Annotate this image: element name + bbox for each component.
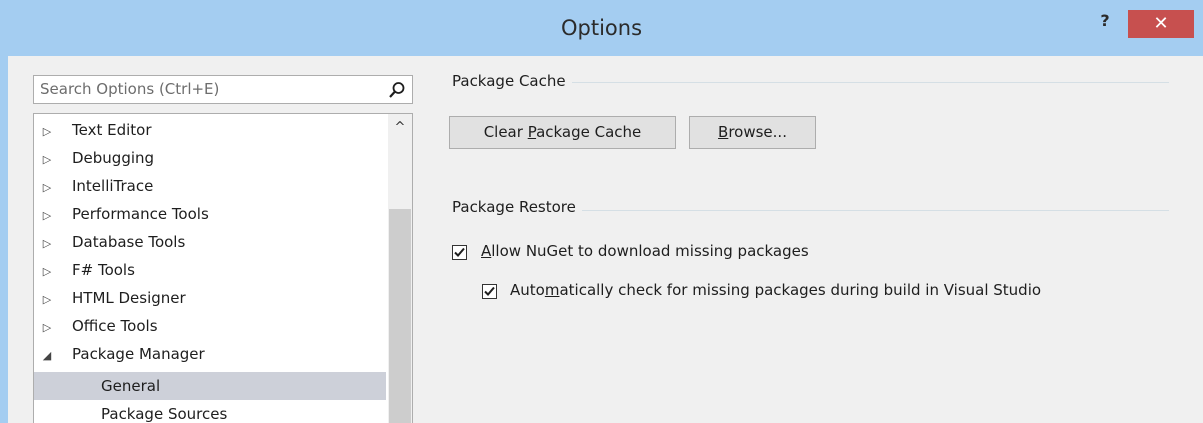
options-tree[interactable]: ▷ Text Editor ▷ Debugging ▷ IntelliTrace ▷ P… bbox=[33, 113, 413, 423]
tree-item-general[interactable]: General bbox=[34, 372, 386, 400]
expand-icon[interactable]: ▷ bbox=[34, 174, 60, 202]
allow-nuget-download-label[interactable]: Allow NuGet to download missing packages bbox=[481, 242, 809, 260]
expand-icon[interactable]: ▷ bbox=[34, 230, 60, 258]
tree-item-database-tools[interactable]: ▷ Database Tools bbox=[34, 228, 186, 258]
tree-scrollbar[interactable]: ^ bbox=[388, 114, 412, 423]
label-text: atically check for missing packages duri… bbox=[559, 281, 1042, 299]
tree-item-label: F# Tools bbox=[72, 261, 135, 279]
search-input[interactable]: Search Options (Ctrl+E) bbox=[33, 75, 413, 104]
tree-item-text-editor[interactable]: ▷ Text Editor bbox=[34, 116, 152, 146]
window-frame bbox=[0, 56, 8, 423]
package-cache-heading: Package Cache bbox=[452, 72, 572, 90]
options-dialog: Options ? ✕ Search Options (Ctrl+E) ▷ Tex… bbox=[0, 0, 1203, 423]
tree-item-package-sources[interactable]: Package Sources bbox=[34, 400, 386, 423]
scroll-up-icon[interactable]: ^ bbox=[388, 116, 412, 140]
tree-item-fsharp-tools[interactable]: ▷ F# Tools bbox=[34, 256, 135, 286]
check-icon bbox=[454, 247, 465, 257]
tree-item-label: Database Tools bbox=[72, 233, 186, 251]
tree-item-label: Performance Tools bbox=[72, 205, 209, 223]
package-restore-heading: Package Restore bbox=[452, 198, 582, 216]
label-mnemonic: m bbox=[544, 281, 560, 299]
tree-item-label: Package Sources bbox=[101, 405, 228, 423]
tree-item-html-designer[interactable]: ▷ HTML Designer bbox=[34, 284, 186, 314]
clear-package-cache-button[interactable]: Clear Package Cache bbox=[449, 116, 676, 149]
expand-icon[interactable]: ▷ bbox=[34, 118, 60, 146]
help-button[interactable]: ? bbox=[1091, 8, 1119, 34]
tree-item-package-manager[interactable]: ◢ Package Manager bbox=[34, 340, 205, 370]
expand-icon[interactable]: ▷ bbox=[34, 146, 60, 174]
button-label: Clear bbox=[483, 123, 528, 141]
close-button[interactable]: ✕ bbox=[1128, 10, 1194, 38]
tree-item-label: IntelliTrace bbox=[72, 177, 154, 195]
scrollbar-thumb[interactable] bbox=[389, 209, 411, 423]
close-icon: ✕ bbox=[1153, 13, 1169, 34]
tree-item-label: Office Tools bbox=[72, 317, 158, 335]
browse-button[interactable]: Browse... bbox=[689, 116, 816, 149]
check-icon bbox=[484, 286, 495, 296]
tree-item-performance-tools[interactable]: ▷ Performance Tools bbox=[34, 200, 209, 230]
allow-nuget-download-checkbox[interactable] bbox=[452, 245, 467, 260]
tree-item-debugging[interactable]: ▷ Debugging bbox=[34, 144, 154, 174]
tree-item-label: Package Manager bbox=[72, 345, 205, 363]
auto-check-missing-packages-label[interactable]: Automatically check for missing packages… bbox=[510, 281, 1041, 299]
button-label: ackage Cache bbox=[536, 123, 642, 141]
expand-icon[interactable]: ▷ bbox=[34, 286, 60, 314]
button-mnemonic: B bbox=[718, 123, 729, 141]
expand-icon[interactable]: ▷ bbox=[34, 314, 60, 342]
auto-check-missing-packages-checkbox[interactable] bbox=[482, 284, 497, 299]
tree-item-label: Debugging bbox=[72, 149, 155, 167]
dialog-title: Options bbox=[560, 16, 643, 40]
tree-item-label: General bbox=[101, 377, 161, 395]
title-bar[interactable]: Options ? ✕ bbox=[0, 0, 1203, 56]
collapse-icon[interactable]: ◢ bbox=[34, 342, 60, 370]
tree-item-label: Text Editor bbox=[72, 121, 152, 139]
search-icon[interactable] bbox=[388, 81, 406, 99]
label-text: llow NuGet to download missing packages bbox=[491, 242, 809, 260]
tree-item-intellitrace[interactable]: ▷ IntelliTrace bbox=[34, 172, 154, 202]
button-mnemonic: P bbox=[527, 123, 537, 141]
expand-icon[interactable]: ▷ bbox=[34, 202, 60, 230]
tree-item-office-tools[interactable]: ▷ Office Tools bbox=[34, 312, 158, 342]
tree-item-label: HTML Designer bbox=[72, 289, 186, 307]
label-mnemonic: A bbox=[481, 242, 492, 260]
label-text: Auto bbox=[510, 281, 545, 299]
button-label: rowse... bbox=[728, 123, 787, 141]
search-placeholder: Search Options (Ctrl+E) bbox=[40, 80, 220, 98]
expand-icon[interactable]: ▷ bbox=[34, 258, 60, 286]
